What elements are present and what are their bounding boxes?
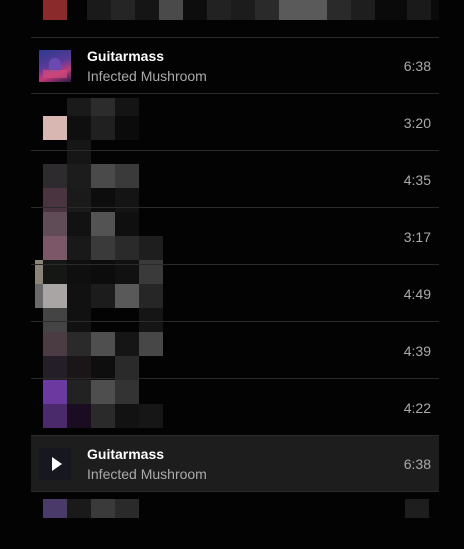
track-row[interactable]: 3:17 [31,209,439,265]
track-title: Guitarmass [87,446,165,462]
track-row[interactable]: 4:35 [31,152,439,208]
track-row-active[interactable]: Guitarmass Infected Mushroom 6:38 [31,436,439,492]
track-duration: 4:35 [403,172,431,188]
track-duration: 4:49 [403,286,431,302]
track-row[interactable]: 4:39 [31,323,439,379]
track-thumbnail [43,0,67,20]
track-row[interactable]: Guitarmass Infected Mushroom 6:38 [31,38,439,94]
track-duration: 3:17 [403,229,431,245]
album-art-thumbnail [39,50,71,82]
track-title: Guitarmass [87,48,165,64]
track-duration: 6:38 [403,456,431,472]
play-icon [52,457,62,471]
playlist: Guitarmass Infected Mushroom 6:38 3:20 4… [31,0,439,518]
track-duration: 3:20 [403,115,431,131]
track-duration: 4:39 [403,343,431,359]
pixelated-strip [87,0,439,20]
play-button[interactable] [39,448,71,480]
track-row[interactable]: 4:49 [31,266,439,322]
track-row[interactable]: 3:20 [31,95,439,151]
track-row[interactable]: 4:22 [31,380,439,436]
pixelated-strip [43,499,139,518]
track-duration: 6:38 [403,58,431,74]
track-artist-link[interactable]: Infected Mushroom [87,68,207,84]
album-art-thumbnail [39,448,71,480]
pixelated-strip [405,499,429,518]
track-row[interactable] [31,493,439,549]
track-row[interactable] [31,0,439,38]
track-artist-link[interactable]: Infected Mushroom [87,466,207,482]
track-duration: 4:22 [403,400,431,416]
